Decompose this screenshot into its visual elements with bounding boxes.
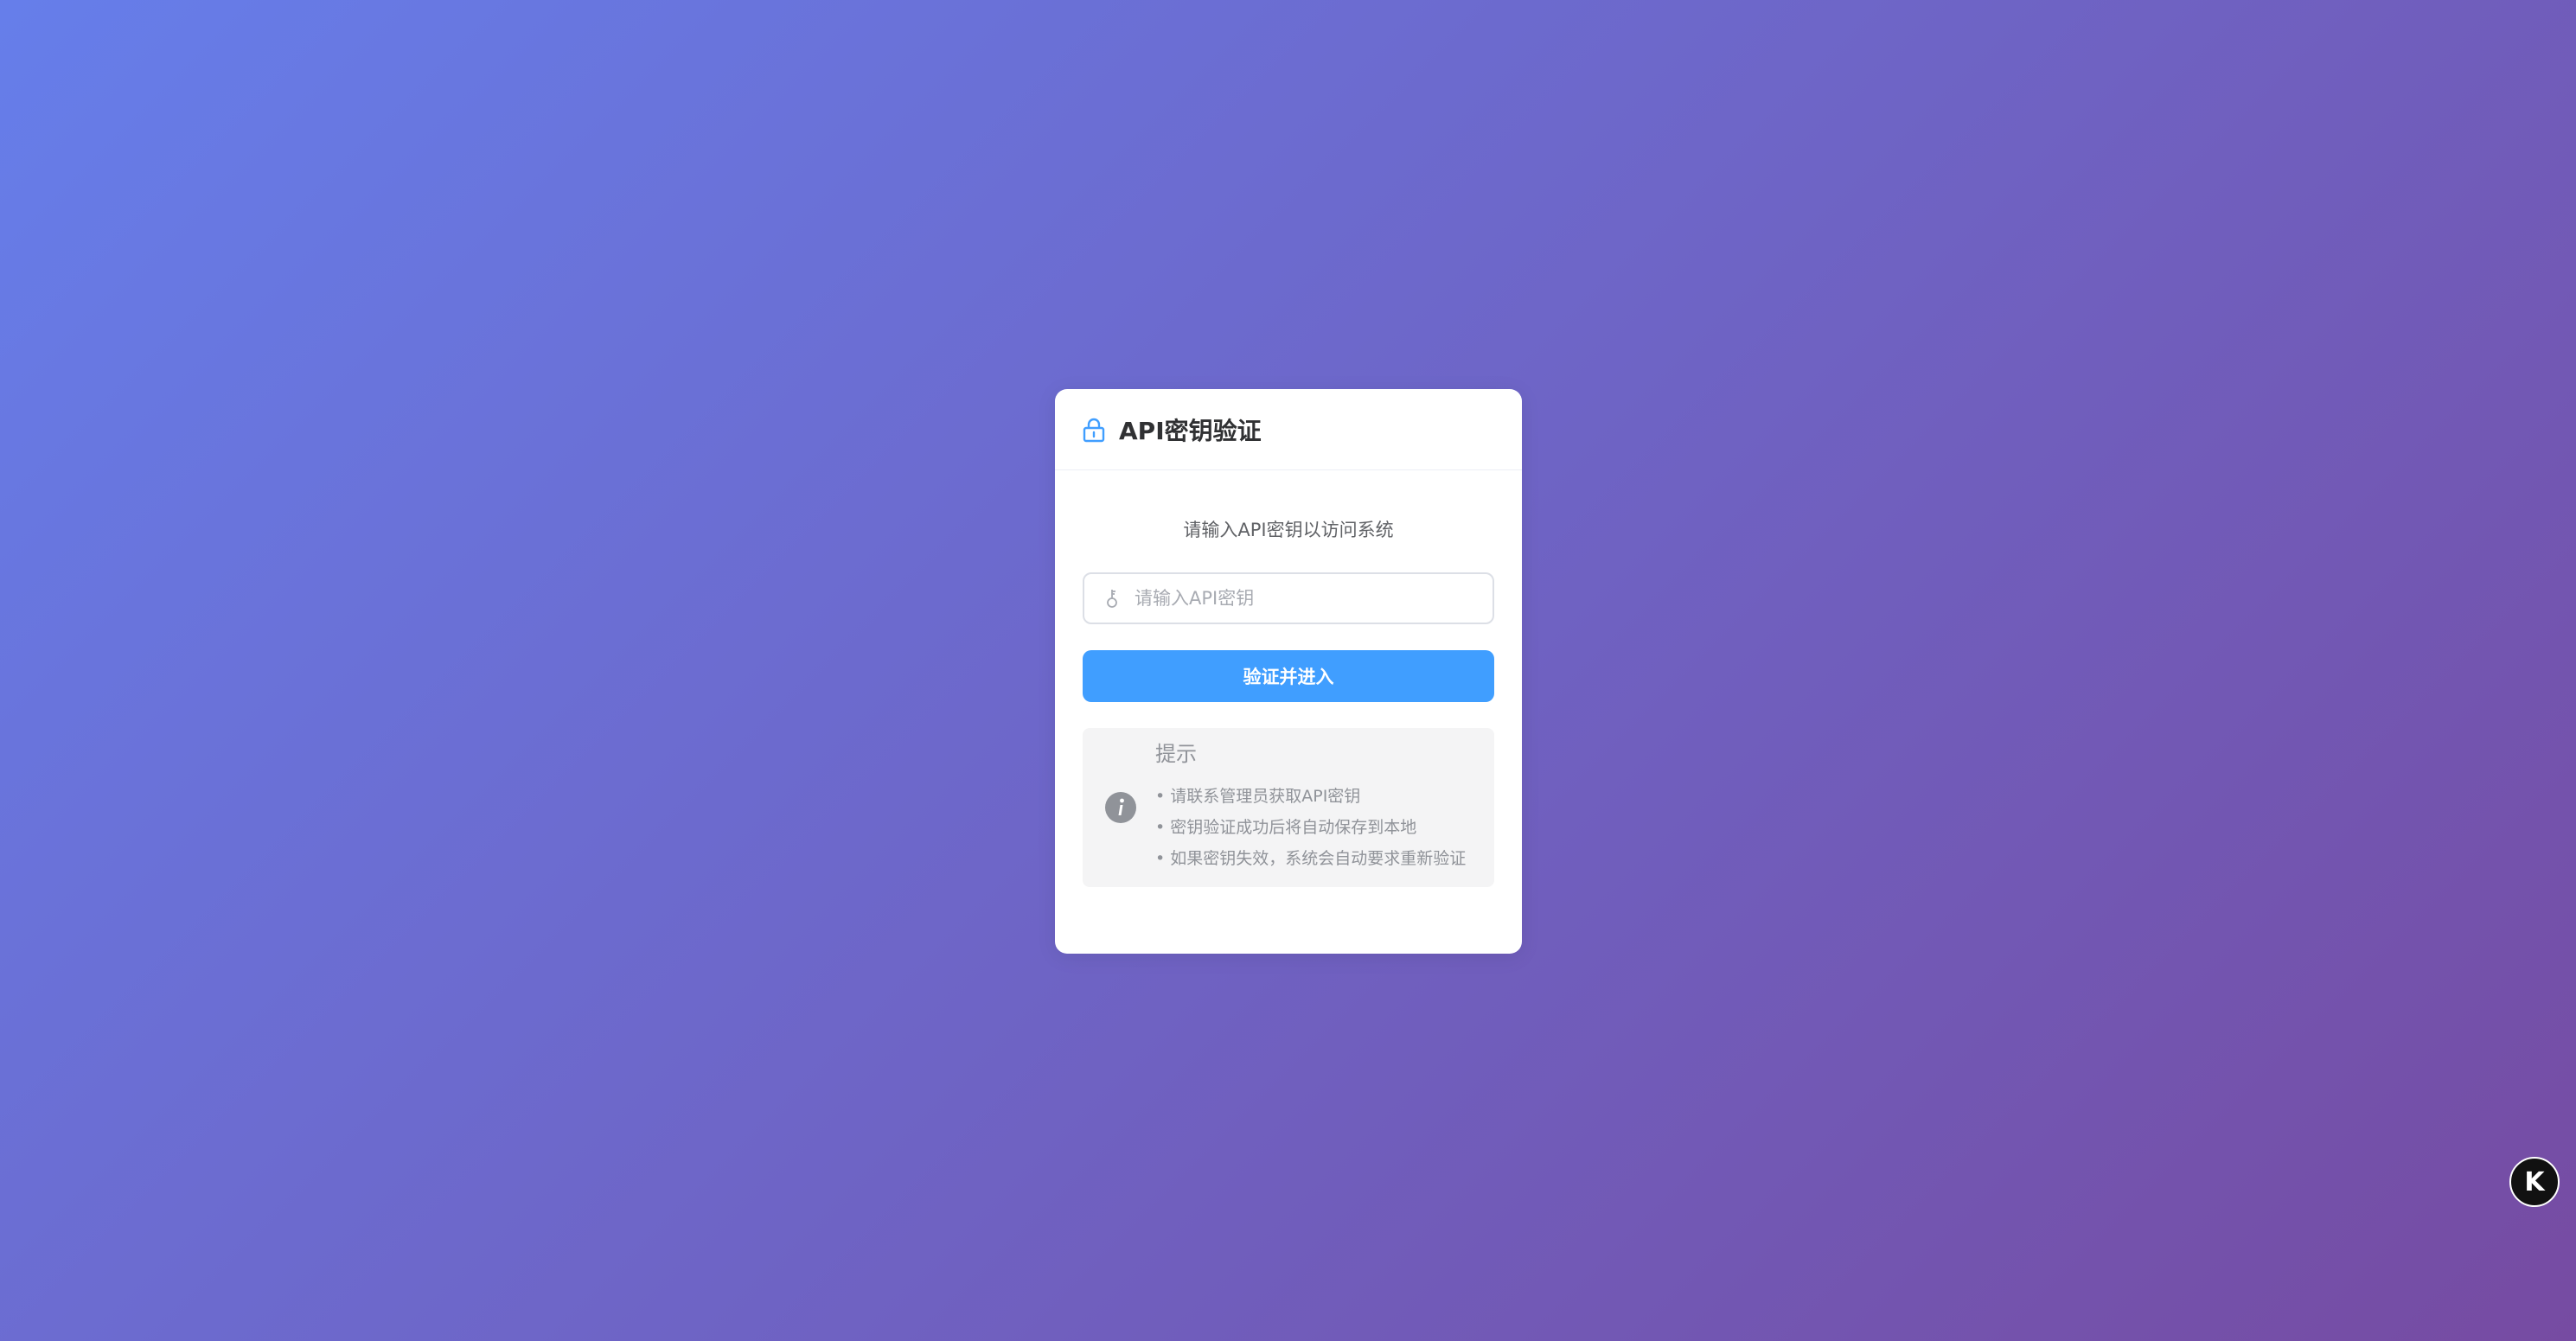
info-icon — [1105, 792, 1136, 823]
tips-panel: 提示 • 请联系管理员获取API密钥 • 密钥验证成功后将自动保存到本地 • 如… — [1083, 728, 1494, 887]
api-key-input[interactable] — [1133, 587, 1493, 610]
tips-item: • 密钥验证成功后将自动保存到本地 — [1155, 818, 1417, 837]
card-header: API密钥验证 — [1055, 389, 1522, 470]
lock-icon — [1083, 417, 1105, 443]
api-key-field[interactable] — [1083, 572, 1494, 624]
tips-title: 提示 — [1155, 742, 1197, 766]
card-title: API密钥验证 — [1119, 416, 1262, 445]
tips-content: 提示 • 请联系管理员获取API密钥 • 密钥验证成功后将自动保存到本地 • 如… — [1155, 741, 1466, 874]
card-subtitle: 请输入API密钥以访问系统 — [1183, 520, 1394, 540]
tips-item: • 如果密钥失效，系统会自动要求重新验证 — [1155, 849, 1467, 868]
tips-item: • 请联系管理员获取API密钥 — [1155, 787, 1361, 806]
verify-submit-button[interactable]: 验证并进入 — [1083, 650, 1494, 702]
card-body: 请输入API密钥以访问系统 验证并进入 提示 • 请联系管理员获取API密钥 •… — [1055, 517, 1522, 887]
api-key-card: API密钥验证 请输入API密钥以访问系统 验证并进入 提示 • 请联系管理员获… — [1055, 389, 1522, 954]
key-icon — [1105, 588, 1119, 609]
floating-k-badge[interactable]: K — [2509, 1157, 2560, 1207]
